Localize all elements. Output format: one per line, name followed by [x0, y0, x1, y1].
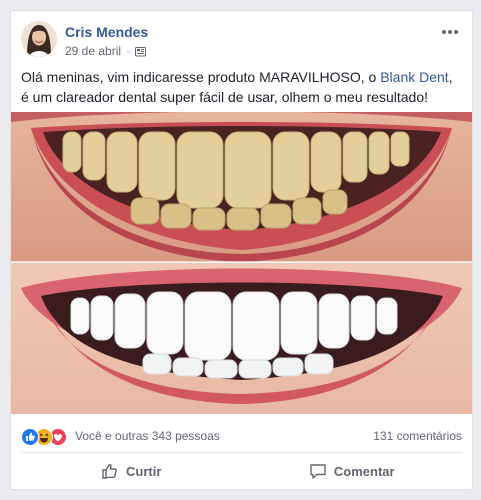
meta-separator: ·	[126, 44, 131, 58]
reactions-summary[interactable]: Você e outras 343 pessoas	[75, 429, 220, 443]
reaction-icons[interactable]	[21, 428, 67, 446]
audience-icon[interactable]	[135, 46, 147, 57]
post-photo[interactable]	[11, 112, 472, 414]
comment-button-label: Comentar	[333, 463, 395, 479]
reactions-bar: Você e outras 343 pessoas 131 comentário…	[21, 427, 462, 447]
post-card: Cris Mendes 29 de abril · Olá meninas, v…	[10, 10, 473, 490]
like-button[interactable]: Curtir	[21, 455, 242, 487]
like-icon	[21, 428, 39, 446]
more-options-icon[interactable]	[440, 25, 460, 37]
post-text: Olá meninas, vim indicaresse produto MAR…	[21, 67, 460, 107]
like-button-label: Curtir	[126, 463, 162, 479]
post-meta: 29 de abril ·	[65, 44, 147, 58]
actions-divider	[21, 452, 462, 453]
after-smile	[11, 263, 472, 414]
before-smile	[11, 112, 472, 262]
post-header: Cris Mendes 29 de abril ·	[21, 21, 462, 61]
post-actions: Curtir Comentar	[21, 455, 462, 487]
author-avatar[interactable]	[21, 21, 57, 57]
author-name[interactable]: Cris Mendes	[65, 24, 148, 40]
comments-count[interactable]: 131 comentários	[373, 429, 462, 443]
comment-icon	[310, 464, 326, 479]
product-link[interactable]: Blank Dent	[380, 69, 448, 85]
post-date[interactable]: 29 de abril	[65, 44, 121, 58]
post-text-start: Olá meninas, vim indicaresse produto MAR…	[21, 69, 381, 85]
comment-button[interactable]: Comentar	[242, 455, 463, 487]
thumbs-up-icon	[102, 463, 117, 479]
